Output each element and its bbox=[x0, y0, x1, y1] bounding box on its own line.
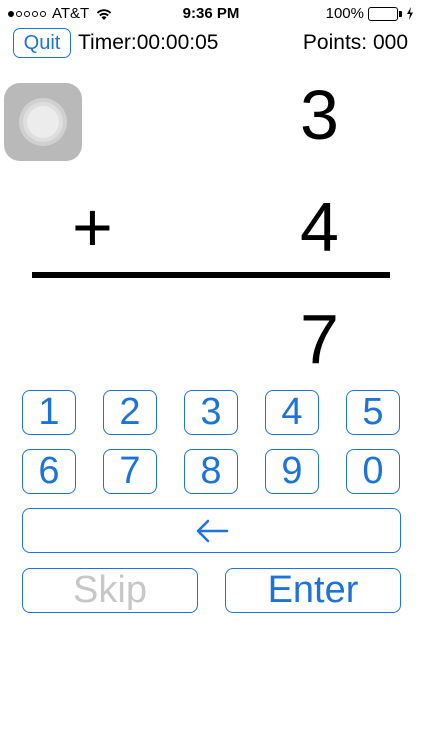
battery-icon bbox=[368, 6, 402, 21]
key-4[interactable]: 4 bbox=[265, 390, 319, 435]
key-5[interactable]: 5 bbox=[346, 390, 400, 435]
key-0[interactable]: 0 bbox=[346, 449, 400, 494]
skip-button[interactable]: Skip bbox=[22, 568, 198, 613]
key-6[interactable]: 6 bbox=[22, 449, 76, 494]
enter-button[interactable]: Enter bbox=[225, 568, 401, 613]
top-operand: 3 bbox=[300, 76, 339, 154]
key-3[interactable]: 3 bbox=[184, 390, 238, 435]
charging-bolt-icon bbox=[407, 7, 413, 20]
timer-display: Timer:00:00:05 bbox=[78, 31, 219, 54]
quit-button[interactable]: Quit bbox=[13, 28, 71, 58]
arrow-left-icon bbox=[196, 519, 228, 542]
battery-percentage: 100% bbox=[325, 5, 364, 22]
key-1[interactable]: 1 bbox=[22, 390, 76, 435]
key-7[interactable]: 7 bbox=[103, 449, 157, 494]
status-bar: AT&T 9:36 PM 100% bbox=[0, 0, 422, 28]
points-display: Points: 000 bbox=[302, 31, 408, 54]
status-right: 100% bbox=[326, 5, 414, 22]
operator-sign: + bbox=[72, 188, 113, 266]
key-8[interactable]: 8 bbox=[184, 449, 238, 494]
answer-divider-line bbox=[32, 272, 390, 278]
bottom-operand: 4 bbox=[300, 188, 339, 266]
backspace-button[interactable] bbox=[22, 508, 401, 553]
answer-display: 7 bbox=[300, 300, 339, 378]
key-9[interactable]: 9 bbox=[265, 449, 319, 494]
assistive-touch-button[interactable] bbox=[4, 83, 82, 161]
key-2[interactable]: 2 bbox=[103, 390, 157, 435]
